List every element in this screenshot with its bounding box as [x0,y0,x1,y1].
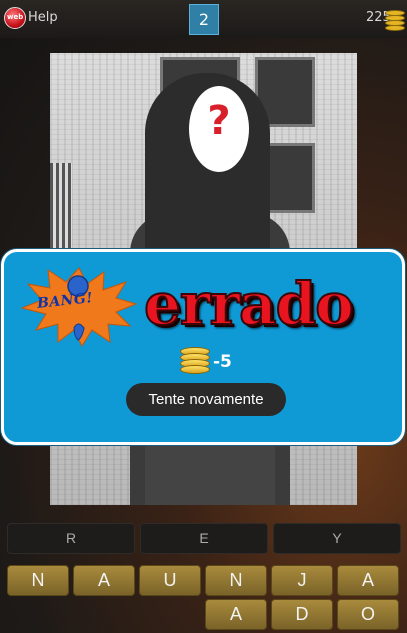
letter-key[interactable]: O [337,599,399,630]
try-again-button[interactable]: Tente novamente [126,383,286,416]
answer-slot[interactable]: R [7,523,135,554]
web-badge-text: web [7,13,24,21]
answer-slot[interactable]: E [140,523,268,554]
coin-stack-icon [180,347,212,377]
result-dialog: BANG! errado -5 Tente novamente [1,249,405,445]
top-bar: web Help 2 225 [0,0,407,38]
letter-key[interactable]: N [7,565,69,596]
web-icon[interactable]: web [4,7,26,29]
letter-key[interactable]: A [205,599,267,630]
letter-key[interactable]: U [139,565,201,596]
help-button[interactable]: Help [28,10,58,25]
answer-slot[interactable]: Y [273,523,401,554]
letter-key[interactable]: A [337,565,399,596]
coin-icon [385,10,405,32]
letter-key[interactable]: N [205,565,267,596]
level-indicator: 2 [189,4,219,35]
question-mark-icon: ? [207,98,231,144]
letter-key[interactable]: J [271,565,333,596]
result-title: errado [143,269,355,339]
letter-key[interactable]: D [271,599,333,630]
letter-key[interactable]: A [73,565,135,596]
answer-slots: R E Y [7,523,401,554]
coin-penalty: -5 [213,352,232,372]
